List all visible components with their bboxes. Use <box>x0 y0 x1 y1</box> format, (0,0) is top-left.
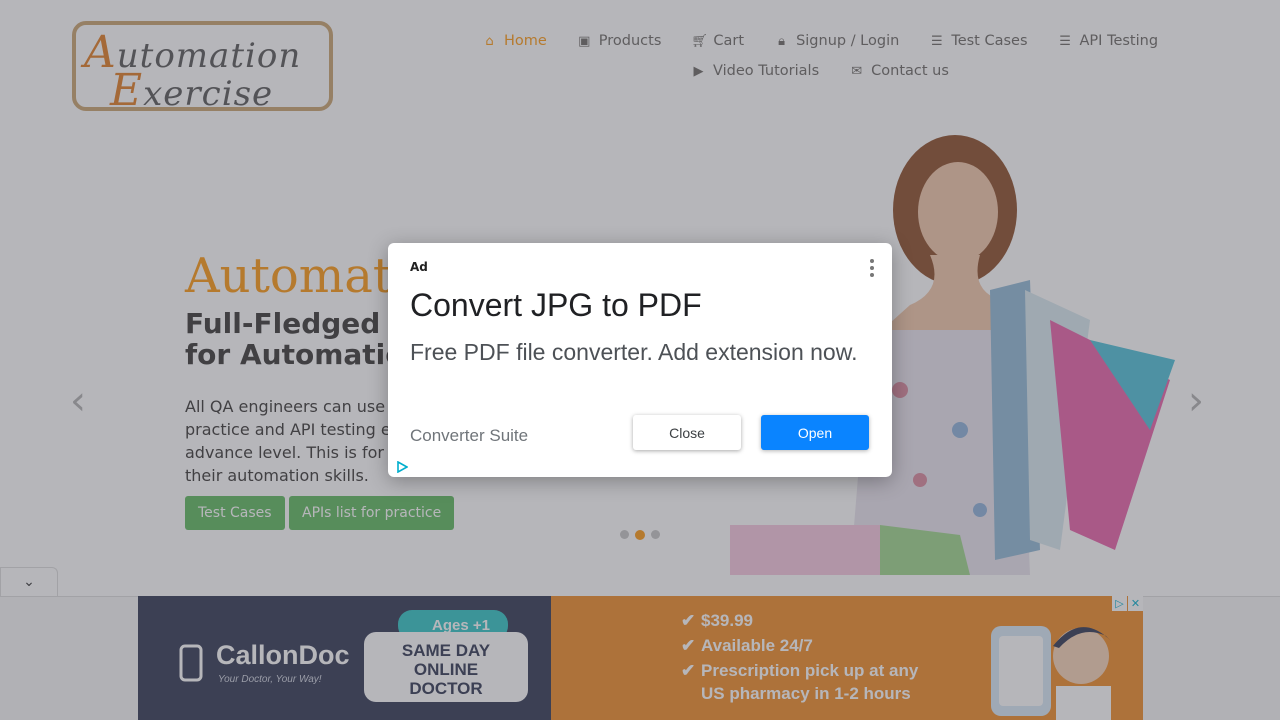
open-button[interactable]: Open <box>761 415 869 450</box>
modal-brand: Converter Suite <box>410 426 529 445</box>
adchoices-icon[interactable] <box>396 461 408 473</box>
more-options-icon[interactable] <box>870 259 876 277</box>
modal-title: Convert JPG to PDF <box>410 287 702 323</box>
close-button[interactable]: Close <box>633 415 741 450</box>
ad-modal: Ad Convert JPG to PDF Free PDF file conv… <box>388 243 892 477</box>
modal-description: Free PDF file converter. Add extension n… <box>410 339 858 365</box>
ad-label: Ad <box>410 260 428 274</box>
